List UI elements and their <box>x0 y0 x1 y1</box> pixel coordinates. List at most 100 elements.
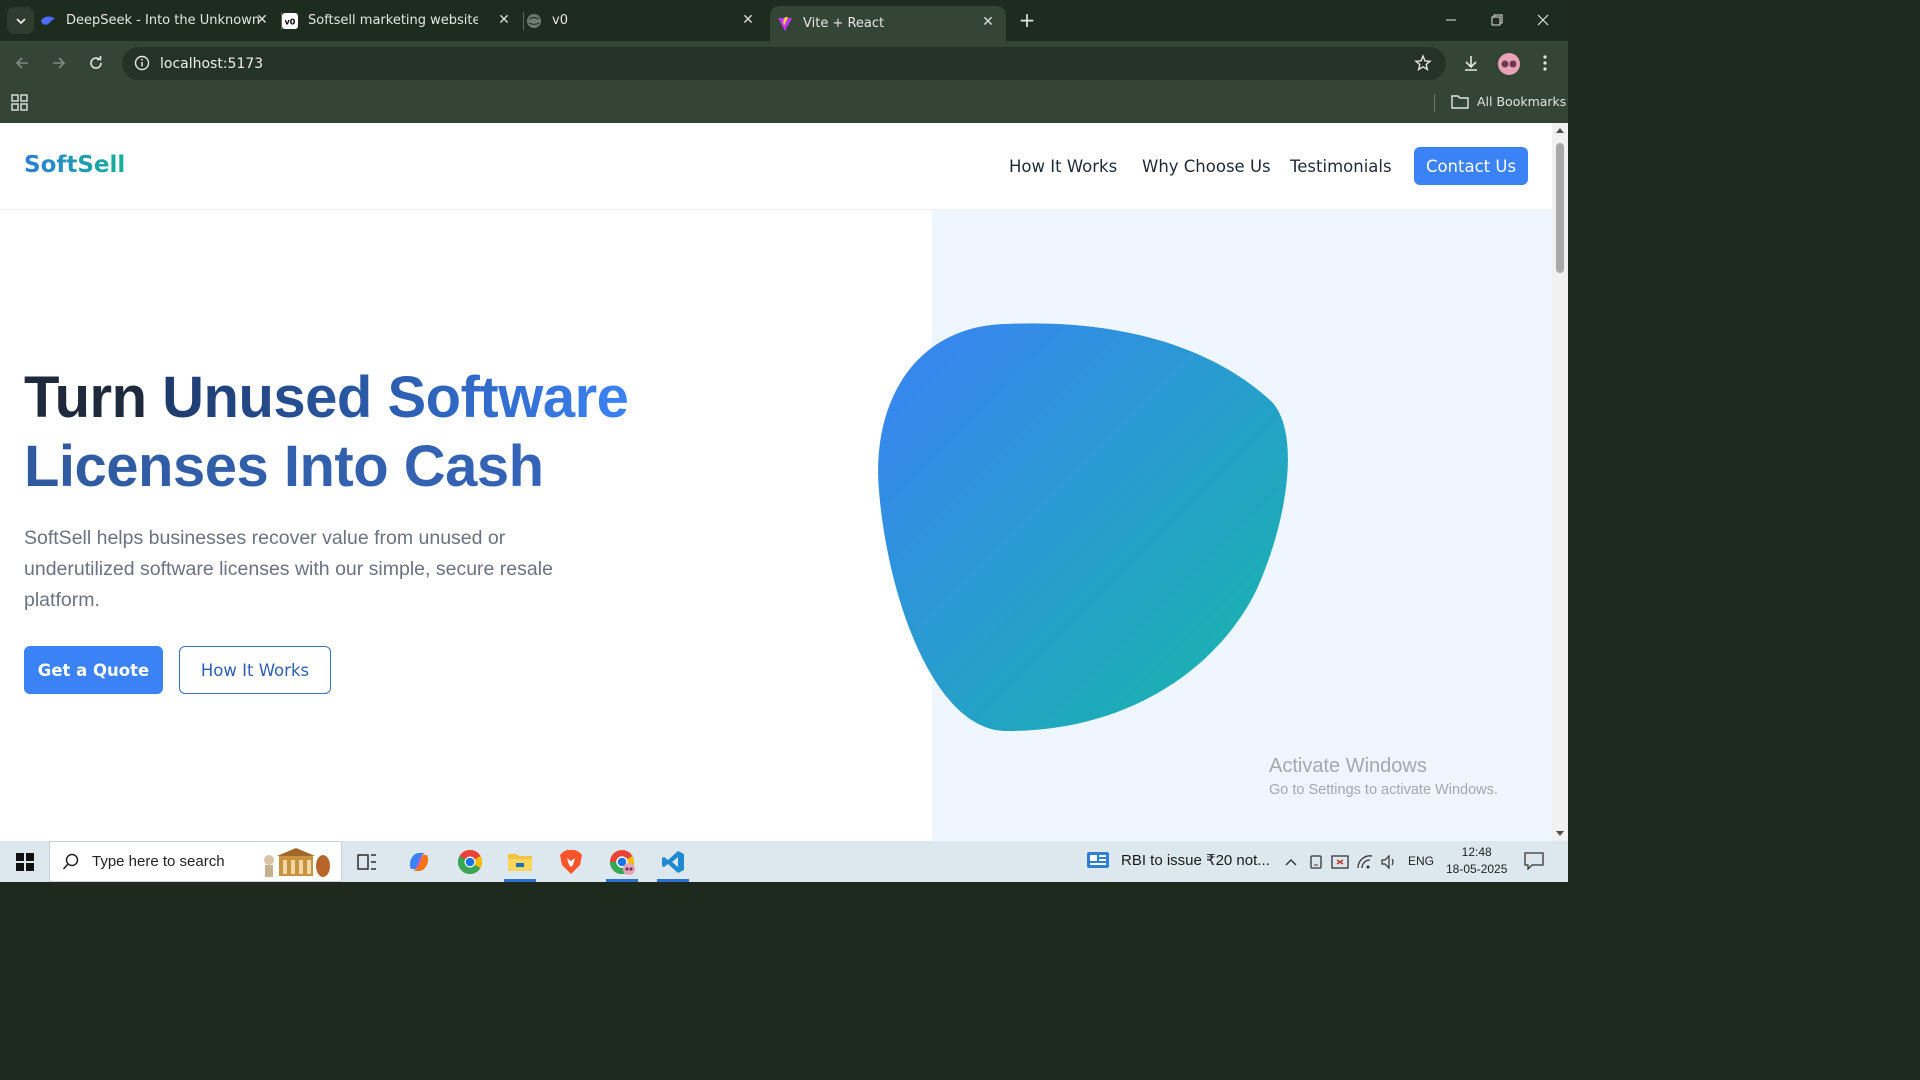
task-view-button[interactable] <box>343 841 391 882</box>
nav-how-it-works[interactable]: How It Works <box>1009 157 1117 176</box>
input-language[interactable]: ENG <box>1408 854 1434 868</box>
get-quote-button[interactable]: Get a Quote <box>24 646 163 694</box>
profile-avatar[interactable] <box>1498 53 1520 75</box>
clock-time: 12:48 <box>1461 845 1492 859</box>
restore-button[interactable] <box>1474 6 1520 34</box>
page-viewport: SoftSell How It Works Why Choose Us Test… <box>0 123 1552 841</box>
nav-why-choose-us[interactable]: Why Choose Us <box>1142 157 1271 176</box>
file-explorer-app[interactable] <box>496 841 544 882</box>
search-highlight-illustration-icon <box>264 848 330 877</box>
copilot-icon <box>409 852 429 871</box>
tab-search-button[interactable] <box>7 7 34 34</box>
how-it-works-button[interactable]: How It Works <box>179 646 331 694</box>
clock-date: 18-05-2025 <box>1446 862 1508 876</box>
chrome-profile-icon <box>610 849 635 875</box>
minimize-button[interactable] <box>1428 6 1474 34</box>
reload-icon <box>90 56 102 69</box>
device-icon[interactable] <box>1307 853 1325 871</box>
page-scrollbar[interactable] <box>1552 123 1568 841</box>
tab-deepseek[interactable]: DeepSeek - Into the Unknown ✕ <box>40 6 280 35</box>
globe-icon <box>526 13 542 29</box>
hero-title: Turn Unused Software Licenses Into Cash <box>24 363 629 501</box>
news-widget[interactable]: RBI to issue ₹20 not... <box>1087 851 1270 869</box>
bookmark-star-icon[interactable] <box>1414 54 1432 76</box>
hero-title-highlight: Unused Software <box>162 365 629 430</box>
windows-logo-icon <box>15 852 34 871</box>
close-tab-icon[interactable]: ✕ <box>254 12 270 28</box>
close-icon <box>1537 14 1549 26</box>
tab-title: Softsell marketing website – v0 <box>308 13 478 28</box>
windows-taskbar: Type here to search RBI to issue ₹20 not… <box>0 841 1568 882</box>
brave-icon <box>560 849 582 874</box>
scroll-down-arrow-icon[interactable] <box>1556 831 1564 836</box>
hero-gradient-blob <box>878 323 1288 732</box>
all-bookmarks-button[interactable]: All Bookmarks <box>1451 94 1566 109</box>
notification-center-icon[interactable] <box>1524 852 1544 874</box>
new-tab-button[interactable]: + <box>1016 9 1038 31</box>
volume-icon[interactable] <box>1380 853 1398 871</box>
start-button[interactable] <box>0 841 49 882</box>
vite-icon <box>777 16 793 32</box>
folder-icon <box>1451 95 1469 109</box>
nav-testimonials[interactable]: Testimonials <box>1290 157 1392 176</box>
wifi-icon[interactable] <box>1356 853 1374 871</box>
back-button[interactable] <box>10 51 34 75</box>
system-clock[interactable]: 12:48 18-05-2025 <box>1446 844 1507 878</box>
reload-button[interactable] <box>84 51 108 75</box>
tab-softsell-v0[interactable]: v0 Softsell marketing website – v0 ✕ <box>282 6 522 35</box>
site-info-icon[interactable] <box>134 55 150 75</box>
site-header: SoftSell How It Works Why Choose Us Test… <box>0 123 1552 210</box>
hero-title-part1: Turn <box>24 365 163 430</box>
chevron-down-icon <box>15 17 26 24</box>
activate-windows-watermark: Activate Windows Go to Settings to activ… <box>1269 755 1498 798</box>
contact-us-button[interactable]: Contact Us <box>1414 147 1528 185</box>
close-tab-icon[interactable]: ✕ <box>980 14 996 30</box>
news-icon <box>1087 852 1109 868</box>
news-headline: RBI to issue ₹20 not... <box>1121 852 1270 869</box>
bookmarks-bar: All Bookmarks <box>0 85 1568 123</box>
tab-v0[interactable]: v0 ✕ <box>526 6 766 35</box>
close-window-button[interactable] <box>1520 6 1566 34</box>
chrome-profile-app[interactable] <box>598 841 646 882</box>
chrome-app[interactable] <box>446 841 494 882</box>
search-placeholder: Type here to search <box>92 853 225 870</box>
show-hidden-icons-chevron-icon[interactable] <box>1282 853 1300 871</box>
copilot-app[interactable] <box>395 841 443 882</box>
tab-title: Vite + React <box>803 16 885 31</box>
apps-grid-icon[interactable] <box>11 94 29 116</box>
site-logo[interactable]: SoftSell <box>24 152 125 178</box>
downloads-icon[interactable] <box>1460 52 1482 74</box>
v0-icon: v0 <box>282 12 298 29</box>
minimize-icon <box>1446 19 1456 21</box>
task-view-icon <box>357 853 376 870</box>
search-icon <box>62 853 79 870</box>
address-bar[interactable]: localhost:5173 <box>122 47 1446 80</box>
arrow-right-icon <box>53 57 66 69</box>
watermark-title: Activate Windows <box>1269 755 1427 777</box>
arrow-left-icon <box>15 57 28 69</box>
svg-text:v0: v0 <box>285 17 296 26</box>
hero-title-part3: Licenses Into Cash <box>24 434 544 499</box>
close-tab-icon[interactable]: ✕ <box>496 12 512 28</box>
browser-toolbar: localhost:5173 <box>0 41 1568 85</box>
close-tab-icon[interactable]: ✕ <box>740 12 756 28</box>
brave-app[interactable] <box>547 841 595 882</box>
all-bookmarks-label: All Bookmarks <box>1477 94 1567 109</box>
tab-vite-react[interactable]: Vite + React ✕ <box>770 6 1006 41</box>
scroll-up-arrow-icon[interactable] <box>1556 128 1564 133</box>
vscode-app[interactable] <box>649 841 697 882</box>
vscode-icon <box>662 850 684 873</box>
meet-now-icon[interactable] <box>1331 853 1349 871</box>
menu-icon[interactable] <box>1534 52 1556 74</box>
watermark-subtitle: Go to Settings to activate Windows. <box>1269 782 1498 798</box>
hero-subtitle: SoftSell helps businesses recover value … <box>24 527 553 611</box>
restore-icon <box>1491 14 1503 26</box>
scrollbar-thumb[interactable] <box>1556 143 1564 273</box>
tab-title: v0 <box>552 13 568 28</box>
tab-separator <box>523 12 524 30</box>
url-text: localhost:5173 <box>160 56 264 72</box>
forward-button[interactable] <box>47 51 71 75</box>
chrome-icon <box>458 849 483 874</box>
bookmarks-separator <box>1434 94 1435 112</box>
taskbar-search[interactable]: Type here to search <box>49 841 342 882</box>
